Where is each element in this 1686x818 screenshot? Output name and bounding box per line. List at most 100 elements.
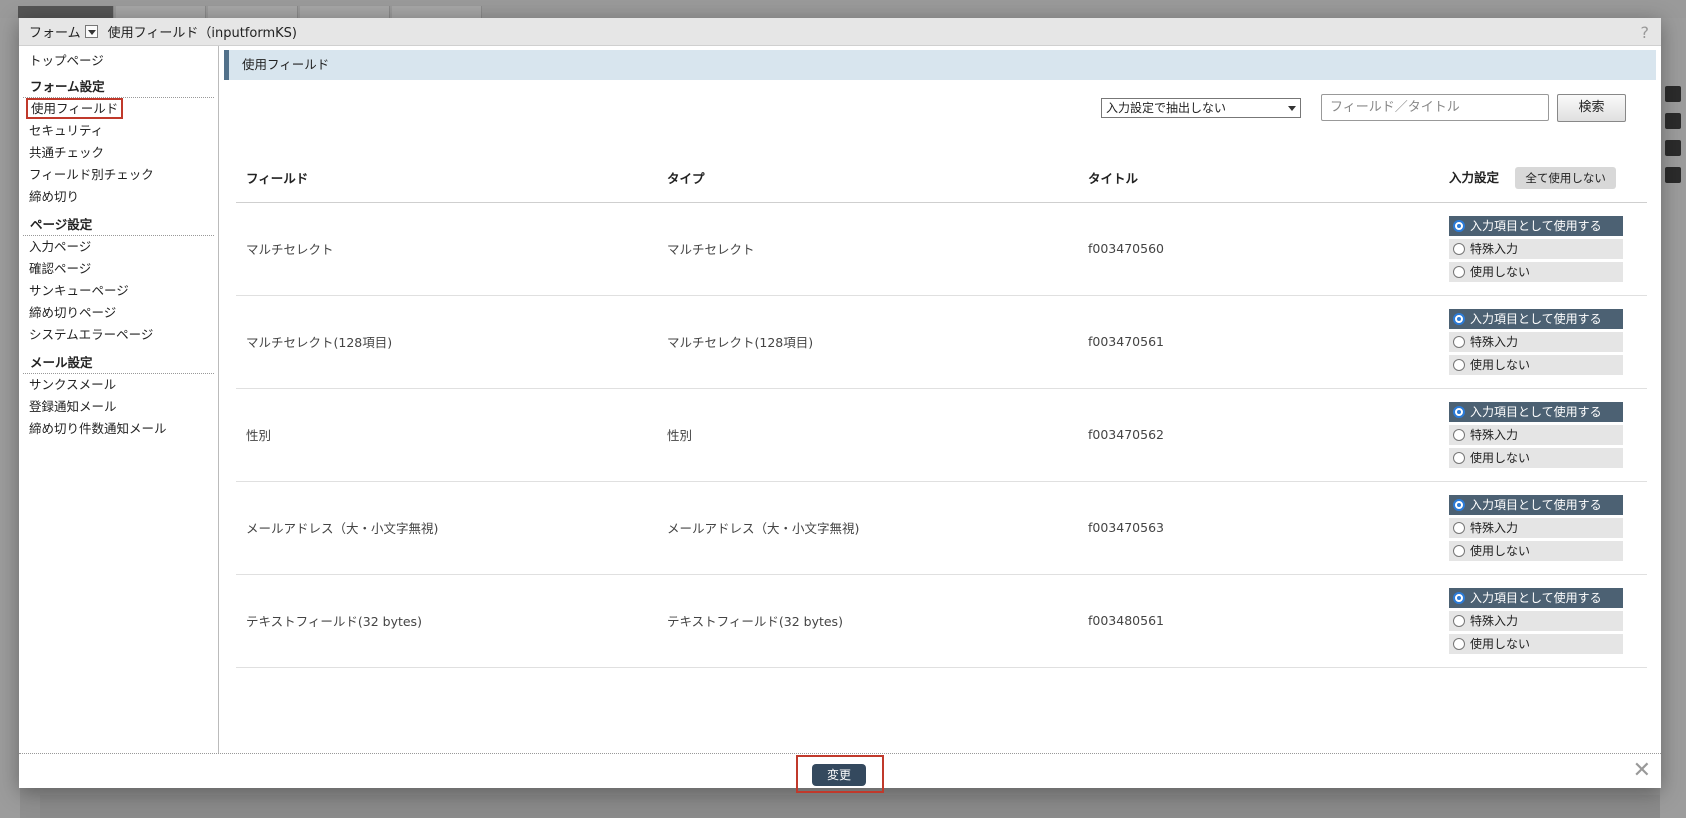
cell-input-setting: 入力項目として使用する特殊入力使用しない [1439,295,1647,389]
radio-button-icon[interactable] [1453,637,1465,650]
radio-label: 特殊入力 [1470,335,1519,349]
sidebar-group-mail-settings: メール設定 サンクスメール 登録通知メール 締め切り件数通知メール [19,348,218,440]
cell-input-setting: 入力項目として使用する 特殊入力 使用しない [1439,481,1647,575]
radio-button-icon[interactable] [1453,498,1465,511]
radio-use-as-input[interactable]: 入力項目として使用する [1449,587,1623,608]
sidebar-item-deadline-page[interactable]: 締め切りページ [19,302,218,324]
radio-do-not-use[interactable]: 使用しない [1449,633,1623,654]
sidebar-group-form-settings: フォーム設定 使用フィールド セキュリティ 共通チェック フィールド別チェック … [19,72,218,208]
background-add-icon [1665,86,1681,102]
change-button-highlight: 変更 [796,755,884,793]
sidebar-item-deadline-count-mail[interactable]: 締め切り件数通知メール [19,418,218,440]
radio-do-not-use[interactable]: 使用しない [1449,447,1623,468]
sidebar-item-thanks-mail[interactable]: サンクスメール [19,374,218,396]
radio-button-icon[interactable] [1453,219,1465,232]
sidebar-item-confirm-page[interactable]: 確認ページ [19,258,218,280]
search-button[interactable]: 検索 [1557,94,1626,122]
sidebar-item-thank-you-page[interactable]: サンキューページ [19,280,218,302]
radio-special-input[interactable]: 特殊入力 [1449,517,1623,538]
radio-button-icon[interactable] [1453,614,1465,627]
input-setting-radio-group: 入力項目として使用する特殊入力使用しない [1449,308,1623,375]
cell-field: マルチセレクト(128項目) [236,295,657,389]
radio-label: 使用しない [1470,265,1531,279]
sidebar-item-input-page[interactable]: 入力ページ [19,236,218,258]
cell-field: マルチセレクト [236,202,657,296]
background-top-bar [0,0,1686,20]
sidebar-item-field-check[interactable]: フィールド別チェック [19,164,218,186]
radio-button-icon[interactable] [1453,591,1465,604]
sidebar-heading: メール設定 [23,348,214,374]
sidebar-item-deadline[interactable]: 締め切り [19,186,218,208]
radio-button-icon[interactable] [1453,312,1465,325]
radio-do-not-use[interactable]: 使用しない [1449,261,1623,282]
radio-special-input[interactable]: 特殊入力 [1449,331,1623,352]
radio-do-not-use[interactable]: 使用しない [1449,354,1623,375]
radio-use-as-input[interactable]: 入力項目として使用する [1449,494,1623,515]
cell-field: 性別 [236,388,657,482]
input-setting-label: 入力設定 [1449,169,1500,185]
sidebar-item-used-fields[interactable]: 使用フィールド [19,98,218,120]
radio-label: 入力項目として使用する [1470,591,1602,605]
radio-button-icon[interactable] [1453,544,1465,557]
radio-special-input[interactable]: 特殊入力 [1449,238,1623,259]
radio-label: 入力項目として使用する [1470,219,1602,233]
field-title-search-input[interactable] [1321,94,1549,121]
radio-label: 特殊入力 [1470,428,1519,442]
table-row: メールアドレス（大・小文字無視) メールアドレス（大・小文字無視) f0034705… [236,481,1647,575]
cell-input-setting: 入力項目として使用する 特殊入力使用しない [1439,388,1647,482]
input-setting-radio-group: 入力項目として使用する 特殊入力 使用しない [1449,494,1623,561]
radio-special-input[interactable]: 特殊入力 [1449,610,1623,631]
cell-field: テキストフィールド(32 bytes) [236,574,657,668]
radio-button-icon[interactable] [1453,265,1465,278]
sidebar-item-security[interactable]: セキュリティ [19,120,218,142]
table-row: テキストフィールド(32 bytes) テキストフィールド(32 bytes) f0… [236,574,1647,668]
modal-footer: 変更 ✕ [19,753,1661,793]
sidebar-group-page-settings: ページ設定 入力ページ 確認ページ サンキューページ 締め切りページ システムエ… [19,210,218,346]
radio-use-as-input[interactable]: 入力項目として使用する [1449,308,1623,329]
cell-input-setting: 入力項目として使用する 特殊入力使用しない [1439,202,1647,296]
fields-table: フィールド タイプ タイトル 入力設定 全て使用しない マルチセレクト マルチセレ… [236,154,1647,668]
sidebar-heading: フォーム設定 [23,72,214,98]
modal-header: フォーム 使用フィールド（inputformKS) ? [19,18,1661,46]
radio-label: 入力項目として使用する [1470,405,1602,419]
change-button[interactable]: 変更 [812,764,866,786]
radio-button-icon[interactable] [1453,521,1465,534]
sidebar-item-registration-notice-mail[interactable]: 登録通知メール [19,396,218,418]
column-header-input-setting: 入力設定 全て使用しない [1439,154,1647,203]
radio-label: 特殊入力 [1470,242,1519,256]
cell-title: f003470560 [1078,202,1439,296]
column-header-field: フィールド [236,154,657,203]
sidebar-item-top-page[interactable]: トップページ [19,50,218,72]
radio-button-icon[interactable] [1453,335,1465,348]
radio-do-not-use[interactable]: 使用しない [1449,540,1623,561]
radio-button-icon[interactable] [1453,451,1465,464]
table-row: マルチセレクト マルチセレクト f003470560 入力項目として使用する 特殊入力使… [236,202,1647,296]
input-setting-radio-group: 入力項目として使用する 特殊入力使用しない [1449,401,1623,468]
input-setting-filter-select[interactable]: 入力設定で抽出しない [1101,98,1301,118]
cell-type: メールアドレス（大・小文字無視) [657,481,1078,575]
modal-title: 使用フィールド（inputformKS) [107,26,297,41]
radio-button-icon[interactable] [1453,358,1465,371]
chevron-down-icon [1287,102,1297,114]
filter-select-value: 入力設定で抽出しない [1106,101,1227,115]
sidebar-item-common-check[interactable]: 共通チェック [19,142,218,164]
disable-all-button[interactable]: 全て使用しない [1515,166,1616,189]
column-header-type: タイプ [657,154,1078,203]
sidebar-heading: ページ設定 [23,210,214,236]
section-title: 使用フィールド [224,50,1656,80]
close-icon[interactable]: ✕ [1633,760,1651,782]
radio-special-input[interactable]: 特殊入力 [1449,424,1623,445]
radio-use-as-input[interactable]: 入力項目として使用する [1449,215,1623,236]
radio-button-icon[interactable] [1453,428,1465,441]
form-menu-dropdown-icon[interactable] [84,25,98,38]
radio-label: 使用しない [1470,451,1531,465]
radio-use-as-input[interactable]: 入力項目として使用する [1449,401,1623,422]
form-menu-label[interactable]: フォーム [29,22,81,41]
cell-title: f003470561 [1078,295,1439,389]
sidebar-item-system-error-page[interactable]: システムエラーページ [19,324,218,346]
used-fields-modal: フォーム 使用フィールド（inputformKS) ? トップページ フォーム設… [19,18,1661,793]
help-icon[interactable]: ? [1641,23,1650,42]
radio-button-icon[interactable] [1453,242,1465,255]
radio-button-icon[interactable] [1453,405,1465,418]
input-setting-radio-group: 入力項目として使用する 特殊入力使用しない [1449,215,1623,282]
